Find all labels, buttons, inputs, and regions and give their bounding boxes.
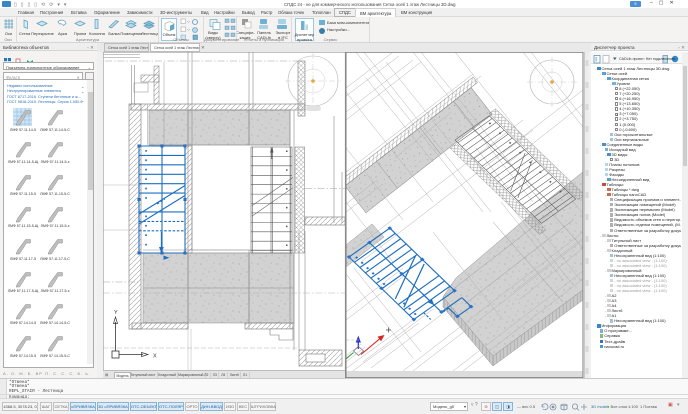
svg-text:X: X [153,354,157,360]
svg-text:Y: Y [114,310,118,316]
